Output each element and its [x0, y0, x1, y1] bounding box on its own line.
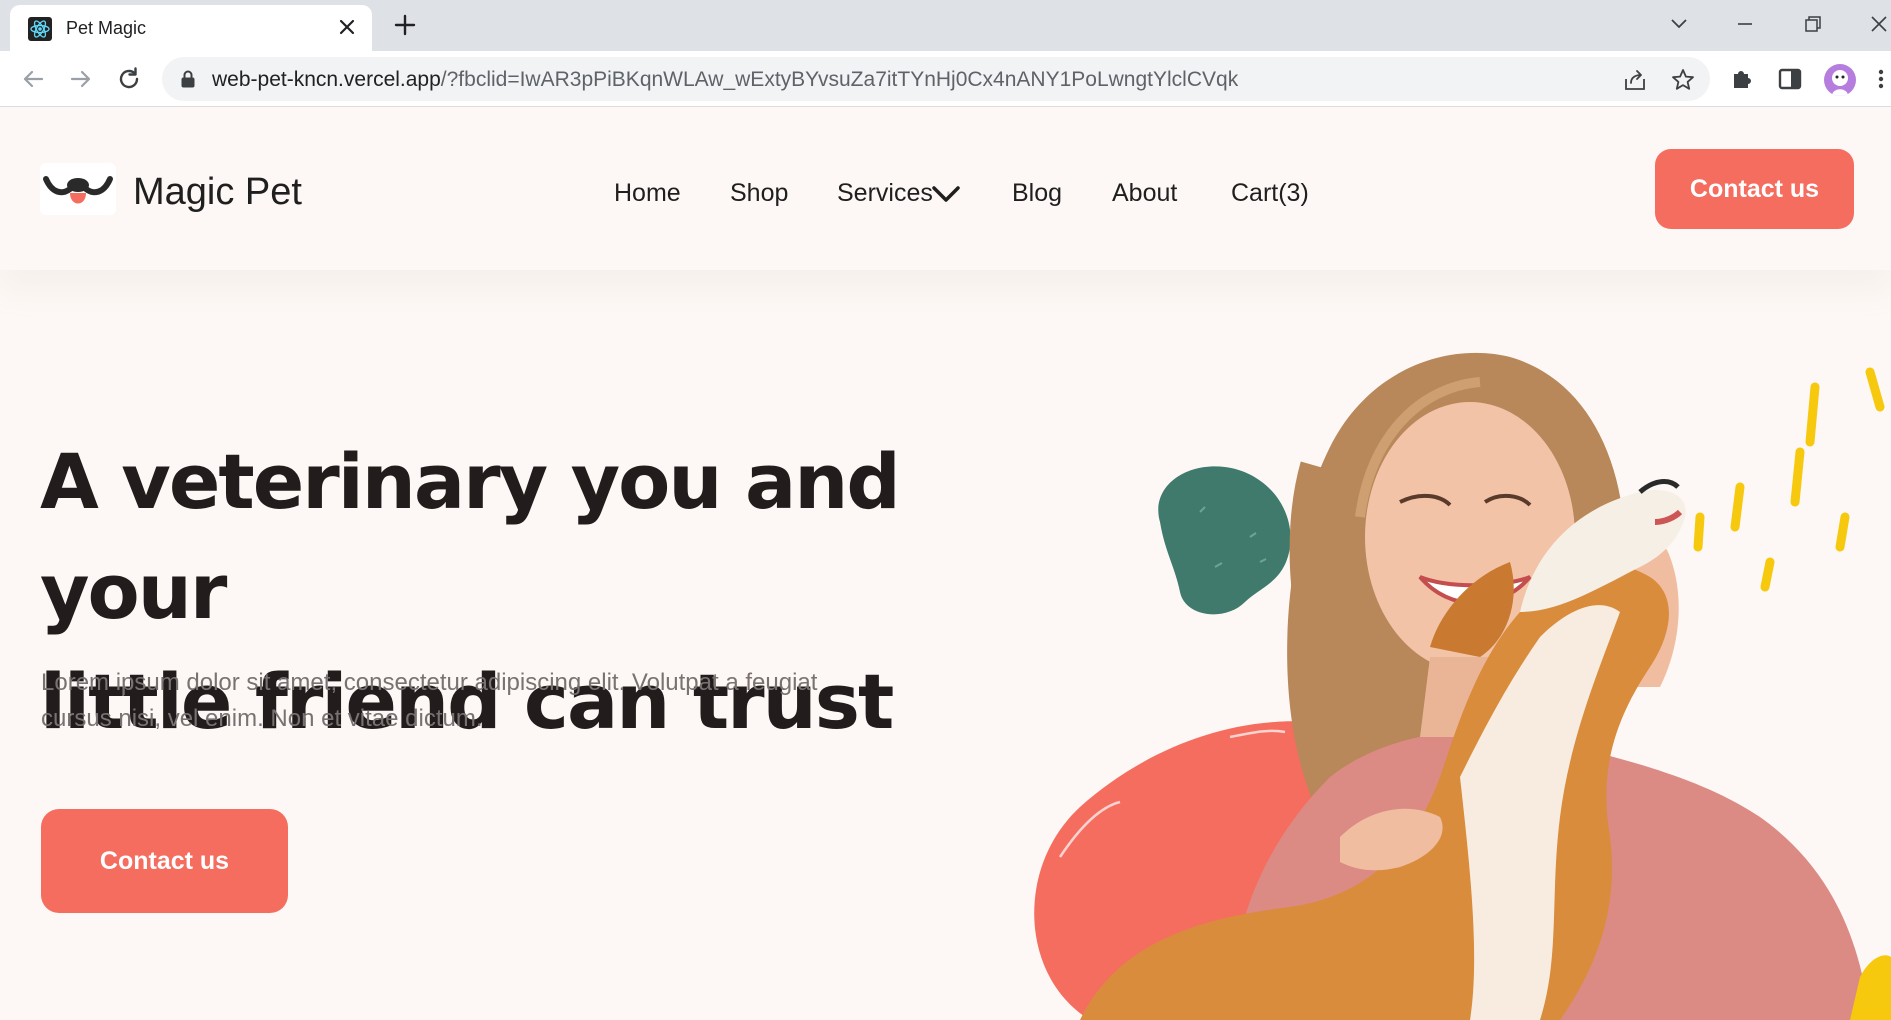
- url-host: web-pet-kncn.vercel.app: [212, 68, 441, 91]
- restore-icon[interactable]: [1800, 11, 1826, 37]
- react-favicon-icon: [28, 17, 52, 41]
- hero-description-line2: cursus nisi, vel enim. Non et vitae dict…: [41, 705, 483, 732]
- header-contact-button[interactable]: Contact us: [1655, 149, 1854, 229]
- bookmark-star-icon[interactable]: [1670, 67, 1696, 93]
- share-icon[interactable]: [1622, 67, 1648, 93]
- site-header: Magic Pet Home Shop Services Blog About …: [0, 107, 1891, 270]
- tab-search-chevron-icon[interactable]: [1666, 11, 1692, 37]
- reload-icon[interactable]: [114, 64, 144, 94]
- forward-icon[interactable]: [66, 64, 96, 94]
- minimize-icon[interactable]: [1732, 11, 1758, 37]
- tab-title: Pet Magic: [66, 18, 147, 38]
- browser-menu-icon[interactable]: [1874, 65, 1888, 93]
- new-tab-icon[interactable]: [392, 12, 418, 38]
- browser-tab-bar: Pet Magic: [0, 0, 1891, 51]
- close-window-icon[interactable]: [1866, 11, 1891, 37]
- nav-services[interactable]: Services: [837, 179, 933, 208]
- nav-about[interactable]: About: [1112, 179, 1177, 208]
- hero-description: Lorem ipsum dolor sit amet, consectetur …: [41, 665, 841, 737]
- site-logo[interactable]: [40, 163, 116, 215]
- chevron-down-icon[interactable]: [931, 183, 961, 205]
- green-blob-shape: [1158, 466, 1291, 615]
- profile-avatar-icon: [1832, 70, 1848, 96]
- nav-home[interactable]: Home: [614, 179, 681, 208]
- browser-toolbar: web-pet-kncn.vercel.app/?fbclid=IwAR3pPi…: [0, 51, 1891, 107]
- site-logo-text[interactable]: Magic Pet: [133, 171, 302, 214]
- url-path: /?fbclid=IwAR3pPiBKqnWLAw_wExtyBYvsuZa7i…: [440, 68, 1239, 91]
- hero-description-line1: Lorem ipsum dolor sit amet, consectetur …: [41, 669, 818, 696]
- nav-shop[interactable]: Shop: [730, 179, 788, 208]
- side-panel-icon[interactable]: [1776, 65, 1804, 93]
- lock-icon[interactable]: [180, 70, 196, 88]
- profile-avatar[interactable]: [1824, 64, 1856, 96]
- nav-blog[interactable]: Blog: [1012, 179, 1062, 208]
- web-page: Magic Pet Home Shop Services Blog About …: [0, 107, 1891, 1020]
- browser-tab[interactable]: Pet Magic: [10, 5, 372, 51]
- nav-cart[interactable]: Cart(3): [1231, 179, 1309, 208]
- yellow-strokes: [1693, 367, 1885, 592]
- dog-nose-logo-icon: [43, 176, 113, 204]
- hero-image: [1034, 352, 1891, 1020]
- url-text[interactable]: web-pet-kncn.vercel.app/?fbclid=IwAR3pPi…: [212, 68, 1238, 92]
- address-bar[interactable]: web-pet-kncn.vercel.app/?fbclid=IwAR3pPi…: [162, 57, 1710, 101]
- extensions-puzzle-icon[interactable]: [1728, 65, 1756, 93]
- hero-title-line1: A veterinary you and your: [40, 437, 901, 636]
- back-icon[interactable]: [18, 64, 48, 94]
- hero-contact-button[interactable]: Contact us: [41, 809, 288, 913]
- close-tab-icon[interactable]: [336, 16, 358, 38]
